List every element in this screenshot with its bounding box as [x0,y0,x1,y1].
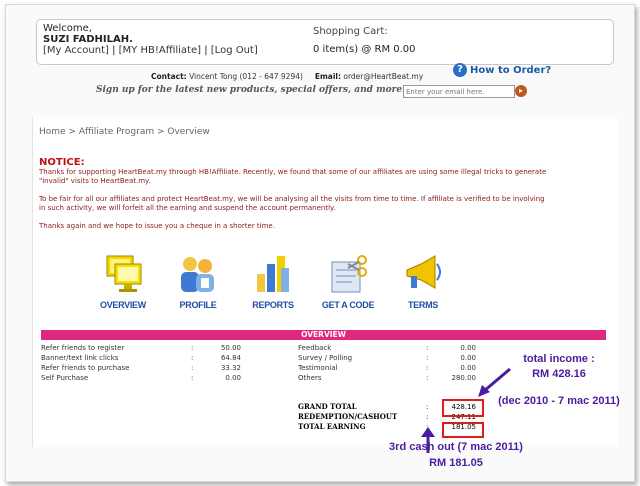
contact-email: order@HeartBeat.my [343,72,424,81]
nav-get-code-label: GET A CODE [321,300,375,310]
scissors-icon [331,255,367,293]
notice-block: NOTICE: Thanks for supporting HeartBeat.… [39,157,549,240]
row-label: GRAND TOTAL [298,402,357,411]
income-annotation-line: total income : [523,353,595,365]
table-row: Survey / Polling: 0.00 [298,353,478,363]
nav-profile[interactable]: PROFILE [163,252,233,310]
contact-label: Contact: [151,72,187,81]
row-value: 33.32 [220,364,241,372]
logout-link[interactable]: [Log Out] [211,45,258,56]
table-row: Self Purchase: 0.00 [41,373,241,383]
cart-summary: 0 item(s) @ RM 0.00 [313,44,416,55]
link-separator: | [204,45,208,56]
row-colon: : [426,344,429,352]
newsletter-submit-button[interactable]: ▸ [515,85,527,97]
arrow-to-grand-total [478,367,511,397]
user-name: SUZI FADHILAH. [43,34,133,45]
notice-title: NOTICE: [39,157,85,168]
row-label: Refer friends to register [41,344,125,352]
nav-terms[interactable]: TERMS [388,252,458,310]
how-to-order-link[interactable]: ? How to Order? [453,63,551,77]
contact-value: Vincent Tong (012 - 647 9294) [189,72,303,81]
contact-info: Contact: Vincent Tong (012 - 647 9294) E… [151,72,423,81]
overview-right-table: Feedback: 0.00 Survey / Polling: 0.00 Test… [298,343,478,383]
row-label: Feedback [298,344,332,352]
row-colon: : [191,374,194,382]
welcome-text: Welcome, [43,23,92,34]
row-colon: : [426,364,429,372]
shopping-cart[interactable]: Shopping Cart: 0 item(s) @ RM 0.00 [313,26,416,55]
table-row: Refer friends to purchase: 33.32 [41,363,241,373]
arrow-to-total-earning [421,427,435,453]
table-row: Testimonial: 0.00 [298,363,478,373]
row-value: 0.00 [460,364,476,372]
table-row: Others: 280.00 [298,373,478,383]
row-colon: : [426,374,429,382]
question-icon: ? [453,63,467,77]
total-earning-highlight [442,422,484,438]
page-frame: Welcome, SUZI FADHILAH. [My Account] | [… [5,4,635,482]
row-value: 0.00 [225,374,241,382]
notice-paragraph: To be fair for all our affiliates and pr… [39,195,545,212]
grand-total-highlight [442,399,484,417]
row-colon: : [191,364,194,372]
row-label: Refer friends to purchase [41,364,130,372]
row-label: Testimonial [298,364,338,372]
signup-text: Sign up for the latest new products, spe… [96,85,406,95]
notice-paragraph: Thanks for supporting HeartBeat.my throu… [39,168,547,185]
row-value: 64.84 [220,354,241,362]
row-value: 0.00 [460,344,476,352]
overview-bar: OVERVIEW [41,330,606,340]
nav-get-code[interactable]: GET A CODE [313,252,383,310]
breadcrumb: Home > Affiliate Program > Overview [39,127,210,137]
my-affiliate-link[interactable]: [MY HB!Affiliate] [119,45,201,56]
row-value: 0.00 [460,354,476,362]
row-value: 50.00 [220,344,241,352]
row-label: REDEMPTION/CASHOUT [298,412,398,421]
row-label: Survey / Polling [298,354,353,362]
row-label: TOTAL EARNING [298,422,366,431]
bar-chart-icon [257,256,289,292]
link-separator: | [112,45,116,56]
cashout-annotation: 3rd cash out (7 mac 2011) RM 181.05 [371,441,541,469]
newsletter-email-input[interactable] [403,85,515,98]
row-colon: : [191,344,194,352]
nav-overview[interactable]: OVERVIEW [88,252,158,310]
nav-overview-label: OVERVIEW [100,300,146,310]
row-colon: : [426,403,429,411]
my-account-link[interactable]: [My Account] [43,45,109,56]
row-label: Banner/text link clicks [41,354,119,362]
row-label: Self Purchase [41,374,89,382]
income-annotation: total income : RM 428.16 [499,353,640,380]
nav-profile-label: PROFILE [179,300,217,310]
cashout-annotation-line: RM 181.05 [429,457,483,469]
row-colon: : [426,354,429,362]
nav-terms-label: TERMS [407,300,438,310]
monitor-icon [106,255,142,292]
table-row: Feedback: 0.00 [298,343,478,353]
overview-left-table: Refer friends to register: 50.00 Banner/t… [41,343,241,383]
row-colon: : [191,354,194,362]
how-to-order-label: How to Order? [470,64,552,76]
nav-reports-label: REPORTS [252,300,294,310]
income-annotation-line: RM 428.16 [532,368,586,380]
cashout-annotation-line: 3rd cash out (7 mac 2011) [389,441,523,453]
row-label: Others [298,374,322,382]
nav-reports[interactable]: REPORTS [238,252,308,310]
account-links: [My Account] | [MY HB!Affiliate] | [Log … [43,45,258,56]
row-value: 280.00 [451,374,477,382]
arrow-right-icon: ▸ [518,86,523,95]
table-row: Banner/text link clicks: 64.84 [41,353,241,363]
account-header: Welcome, SUZI FADHILAH. [My Account] | [… [36,19,614,65]
cart-title: Shopping Cart: [313,26,388,37]
notice-paragraph: Thanks again and we hope to issue you a … [39,222,275,230]
megaphone-icon [406,255,441,289]
welcome-block: Welcome, SUZI FADHILAH. [My Account] | [… [43,23,258,56]
row-colon: : [426,413,429,421]
email-label: Email: [314,72,341,81]
users-icon [181,257,214,292]
table-row: Refer friends to register: 50.00 [41,343,241,353]
